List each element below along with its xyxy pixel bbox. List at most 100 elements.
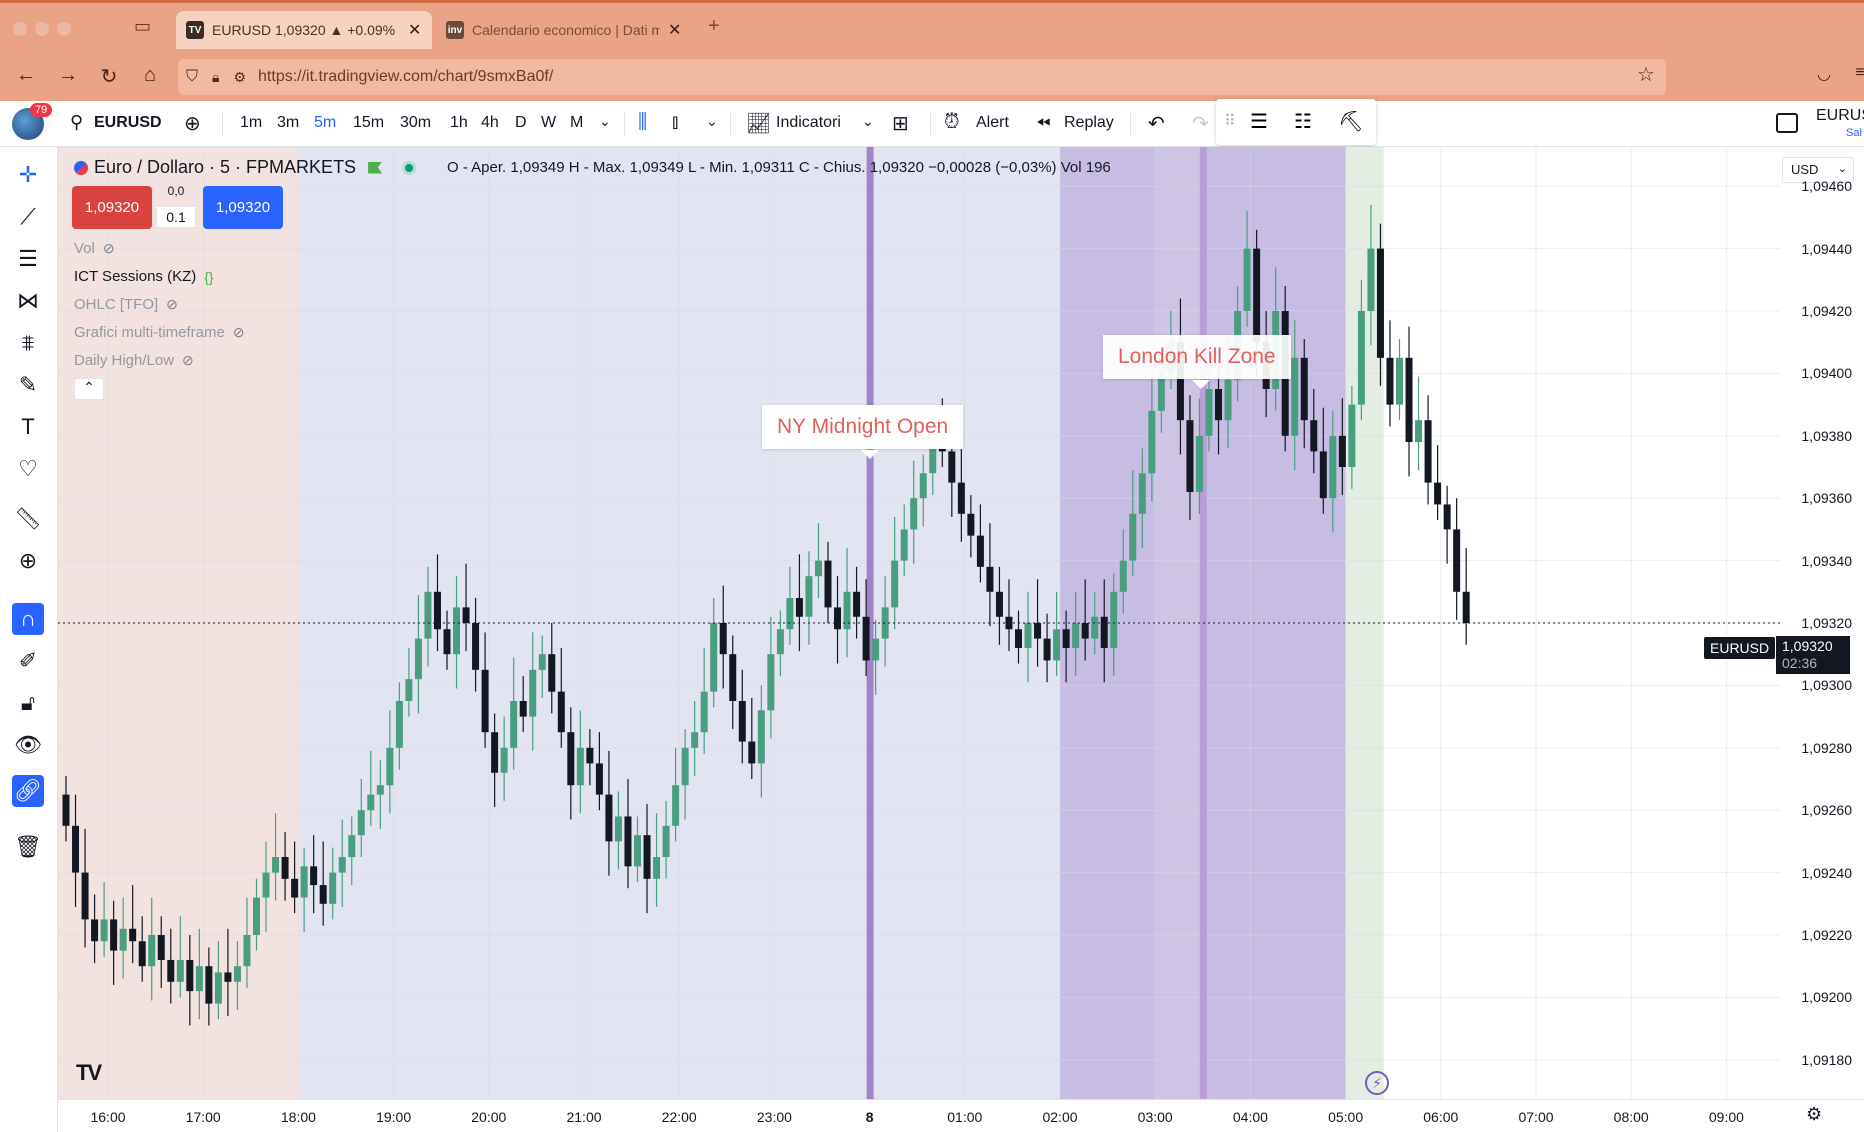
candle-body bbox=[881, 607, 889, 639]
menu-icon[interactable]: ≡ bbox=[1846, 64, 1864, 82]
forward-arrow-icon[interactable]: → bbox=[54, 64, 82, 87]
candlestick-chart bbox=[58, 147, 1780, 1099]
timeframe-15m[interactable]: 15m bbox=[353, 114, 384, 132]
indicators-dropdown-icon[interactable]: ⌄ bbox=[862, 113, 874, 130]
pocket-icon[interactable]: ◡ bbox=[1810, 64, 1838, 84]
templates-grid-icon[interactable]: ⊞ bbox=[892, 111, 909, 136]
text-icon[interactable]: T bbox=[12, 411, 44, 443]
window-minimize-button[interactable] bbox=[35, 22, 49, 36]
back-arrow-icon[interactable]: ← bbox=[12, 64, 40, 87]
indicator-daily-high-low[interactable]: Daily High/Low ⊘ bbox=[74, 352, 194, 369]
drag-handle-icon[interactable]: ⠿ bbox=[1224, 111, 1236, 131]
tab-tradingview[interactable]: TV EURUSD 1,09320 ▲ +0.09% EU ✕ bbox=[176, 11, 432, 49]
right-panel-symbol[interactable]: EURUS bbox=[1816, 107, 1864, 125]
magnet-icon[interactable]: ∩ bbox=[12, 603, 44, 635]
chart-pane[interactable] bbox=[58, 147, 1780, 1099]
chart-type-dropdown-icon[interactable]: ⌄ bbox=[706, 113, 718, 130]
url-field[interactable]: ⛉ 🔒︎ ⚙ https://it.tradingview.com/chart/… bbox=[178, 59, 1666, 95]
settings-sliders-icon[interactable]: ☰ bbox=[1250, 109, 1268, 134]
timeframe-30m[interactable]: 30m bbox=[400, 114, 431, 132]
timeframe-w[interactable]: W bbox=[541, 114, 556, 132]
timeframe-m[interactable]: M bbox=[570, 114, 583, 132]
indicator-ohlc-tfo[interactable]: OHLC [TFO] ⊘ bbox=[74, 296, 178, 313]
quantity-field[interactable]: 0.1 bbox=[156, 206, 196, 228]
buy-button[interactable]: 1,09320 bbox=[203, 186, 283, 229]
candle-body bbox=[243, 935, 251, 967]
window-zoom-button[interactable] bbox=[57, 22, 71, 36]
ny-midnight-open-label[interactable]: NY Midnight Open bbox=[762, 405, 964, 449]
eye-hidden-icon[interactable]: ⊘ bbox=[233, 324, 245, 341]
current-price: 1,09320 bbox=[1782, 638, 1833, 654]
replay-button[interactable]: Replay bbox=[1064, 114, 1114, 132]
link-icon[interactable]: 🔗︎ bbox=[12, 775, 44, 807]
indicators-icon[interactable]: 📈︎ bbox=[746, 111, 771, 136]
lightning-icon[interactable]: ⚡︎ bbox=[1365, 1071, 1389, 1095]
tradingview-logo[interactable]: TV bbox=[76, 1060, 102, 1086]
close-tab-icon[interactable]: ✕ bbox=[408, 20, 421, 40]
collapse-legend-chevron-up-icon[interactable]: ⌃ bbox=[74, 378, 104, 400]
eye-icon[interactable]: 👁︎ bbox=[12, 729, 44, 761]
lock-drawing-pencil-icon[interactable]: ✐ bbox=[12, 645, 44, 677]
candle-body bbox=[148, 935, 156, 967]
tab-overview-icon[interactable]: ▭ bbox=[134, 16, 151, 37]
sell-button[interactable]: 1,09320 bbox=[72, 186, 152, 229]
indicator-multi-timeframe[interactable]: Grafici multi-timeframe ⊘ bbox=[74, 324, 245, 341]
timeframe-d[interactable]: D bbox=[515, 114, 527, 132]
timeframe-1m[interactable]: 1m bbox=[240, 114, 262, 132]
trash-icon[interactable]: 🗑︎ bbox=[12, 831, 44, 863]
permissions-icon[interactable]: ⚙ bbox=[233, 69, 246, 86]
candle-body bbox=[1453, 529, 1461, 592]
lock-icon[interactable]: 🔒︎ bbox=[212, 69, 219, 86]
symbol-title[interactable]: Euro / Dollaro · 5 · FPMARKETS bbox=[94, 157, 356, 178]
time-axis[interactable]: 16:00 17:00 18:00 19:00 20:00 21:00 22:00 23:00… bbox=[58, 1099, 1864, 1132]
timeframe-5m[interactable]: 5m bbox=[314, 114, 336, 132]
replay-rewind-icon[interactable]: ⏪︎ bbox=[1036, 113, 1050, 134]
indicator-vol[interactable]: Vol ⊘ bbox=[74, 240, 115, 257]
price-tick-label: 1,09380 bbox=[1801, 427, 1852, 444]
axis-settings-gear-icon[interactable]: ⚙ bbox=[1806, 1104, 1822, 1125]
eye-hidden-icon[interactable]: ⊘ bbox=[166, 296, 178, 313]
timeframe-dropdown-icon[interactable]: ⌄ bbox=[599, 113, 611, 130]
bookmark-star-icon[interactable]: ☆ bbox=[1632, 62, 1660, 87]
compare-symbol-icon[interactable]: ⊕ bbox=[184, 111, 201, 136]
object-tree-icon[interactable]: ☷ bbox=[1294, 109, 1312, 134]
symbol-search[interactable]: EURUSD bbox=[94, 114, 162, 132]
current-price-label: 1,09320 02:36 bbox=[1776, 636, 1850, 674]
window-close-button[interactable] bbox=[13, 22, 27, 36]
watchlist-toggle-icon[interactable] bbox=[1776, 113, 1798, 133]
zoom-icon[interactable]: ⊕ bbox=[12, 545, 44, 577]
indicators-button[interactable]: Indicatori bbox=[776, 114, 841, 132]
crosshair-icon[interactable]: ✛ bbox=[12, 159, 44, 191]
london-kill-zone-label[interactable]: London Kill Zone bbox=[1103, 335, 1291, 379]
heart-icon[interactable]: ♡ bbox=[12, 453, 44, 485]
timeframe-4h[interactable]: 4h bbox=[481, 114, 499, 132]
undo-icon[interactable]: ↶ bbox=[1148, 111, 1165, 136]
redo-icon[interactable]: ↷ bbox=[1192, 111, 1209, 136]
source-code-icon[interactable]: {} bbox=[204, 269, 213, 285]
reload-icon[interactable]: ↻ bbox=[95, 64, 123, 89]
trend-line-icon[interactable]: ⟋ bbox=[12, 201, 44, 233]
price-axis[interactable]: USD ⌄ 1,09460 1,09440 1,09420 1,09400 1,0938… bbox=[1780, 147, 1864, 1099]
horizontal-lines-icon[interactable]: ☰ bbox=[12, 243, 44, 275]
timeframe-3m[interactable]: 3m bbox=[277, 114, 299, 132]
new-tab-icon[interactable]: + bbox=[708, 15, 720, 38]
indicator-ict-sessions[interactable]: ICT Sessions (KZ) {} bbox=[74, 268, 214, 285]
pattern-icon[interactable]: ⋈ bbox=[12, 285, 44, 317]
candles-chart-type-icon[interactable]: ⫼ bbox=[638, 111, 647, 134]
eye-hidden-icon[interactable]: ⊘ bbox=[182, 352, 194, 369]
eye-hidden-icon[interactable]: ⊘ bbox=[103, 240, 115, 257]
paint-roller-icon[interactable]: ⛏ bbox=[1338, 109, 1363, 134]
alarm-clock-icon[interactable]: ⏰︎ bbox=[944, 111, 960, 134]
ruler-icon[interactable]: 📏︎ bbox=[12, 503, 44, 535]
close-tab-icon[interactable]: ✕ bbox=[668, 20, 681, 40]
search-icon[interactable]: ⚲ bbox=[70, 112, 83, 133]
timeframe-1h[interactable]: 1h bbox=[450, 114, 468, 132]
tab-investing[interactable]: inv Calendario economico | Dati ma ✕ bbox=[436, 11, 692, 49]
fib-retracement-icon[interactable]: ⩨ bbox=[12, 327, 44, 359]
alert-button[interactable]: Alert bbox=[976, 114, 1009, 132]
brush-icon[interactable]: ✎ bbox=[12, 369, 44, 401]
bar-chart-type-icon[interactable]: ⫾ bbox=[672, 111, 678, 134]
lock-icon[interactable]: 🔓︎ bbox=[12, 687, 44, 719]
home-icon[interactable]: ⌂ bbox=[136, 64, 164, 87]
shield-icon[interactable]: ⛉ bbox=[186, 68, 198, 86]
